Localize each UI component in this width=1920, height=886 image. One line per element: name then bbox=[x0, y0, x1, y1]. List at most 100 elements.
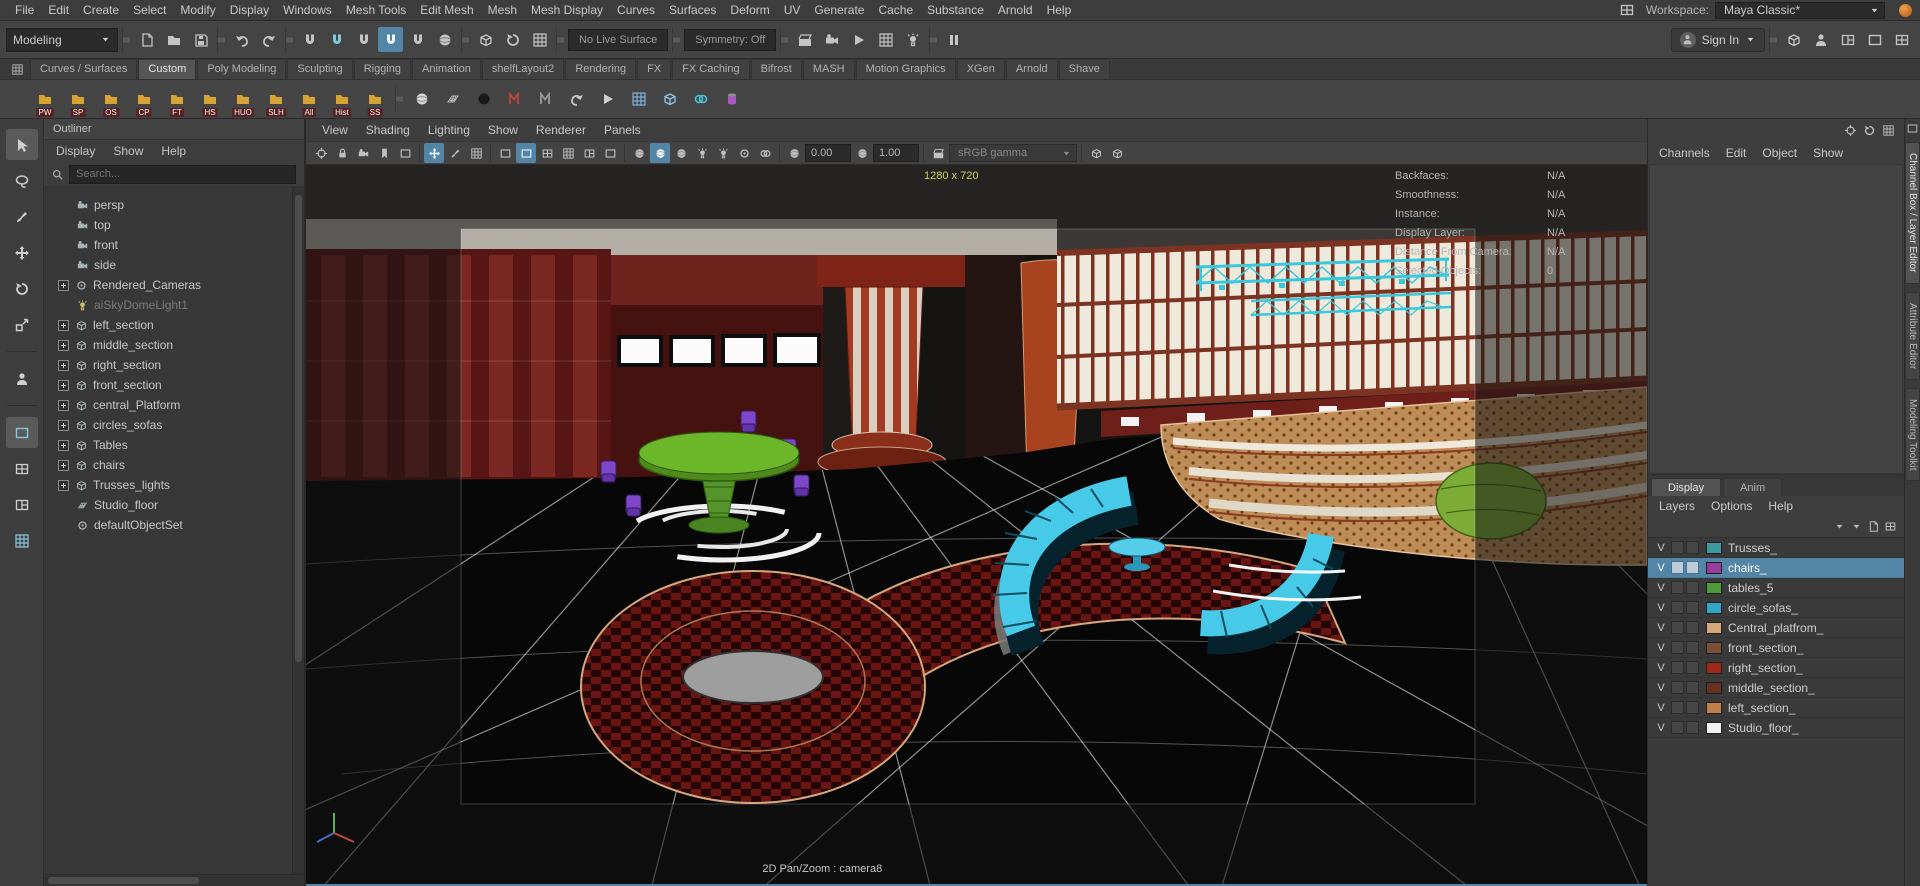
layer-display-type-toggle[interactable] bbox=[1686, 681, 1699, 694]
redo-icon[interactable] bbox=[256, 27, 281, 52]
layer-color-swatch[interactable] bbox=[1706, 581, 1722, 594]
ambient-occlusion-icon[interactable] bbox=[734, 143, 754, 163]
outliner-search-input[interactable] bbox=[69, 164, 296, 184]
new-layer-from-selected-icon[interactable] bbox=[1885, 521, 1896, 532]
viewport-menu-shading[interactable]: Shading bbox=[358, 120, 418, 140]
expand-toggle[interactable] bbox=[58, 319, 69, 331]
expand-toggle[interactable] bbox=[58, 339, 69, 351]
layer-visibility-toggle[interactable]: V bbox=[1651, 562, 1671, 574]
isolate-select-icon[interactable] bbox=[1086, 143, 1106, 163]
expand-toggle[interactable] bbox=[58, 399, 69, 411]
layer-playback-toggle[interactable] bbox=[1671, 561, 1684, 574]
shelf-button-pw[interactable]: PW bbox=[30, 81, 60, 117]
channel-box-menu-object[interactable]: Object bbox=[1755, 143, 1804, 163]
snap-to-grid-icon[interactable] bbox=[297, 27, 322, 52]
blackbody-sphere-icon[interactable] bbox=[470, 84, 498, 114]
layout-four-pane-icon[interactable] bbox=[6, 453, 38, 484]
layer-display-type-toggle[interactable] bbox=[1686, 701, 1699, 714]
layer-menu-help[interactable]: Help bbox=[1761, 497, 1800, 515]
shelf-tab-motion-graphics[interactable]: Motion Graphics bbox=[855, 59, 956, 79]
shelf-tab-rigging[interactable]: Rigging bbox=[353, 59, 411, 79]
channel-box-list[interactable] bbox=[1649, 164, 1903, 474]
select-camera-icon[interactable] bbox=[311, 143, 331, 163]
menu-mesh-tools[interactable]: Mesh Tools bbox=[339, 0, 413, 20]
layer-visibility-toggle[interactable]: V bbox=[1651, 642, 1671, 654]
shelf-tab-animation[interactable]: Animation bbox=[412, 59, 481, 79]
gate-mask-icon[interactable] bbox=[537, 143, 557, 163]
layer-menu-layers[interactable]: Layers bbox=[1652, 497, 1702, 515]
layer-playback-toggle[interactable] bbox=[1671, 701, 1684, 714]
menu-modify[interactable]: Modify bbox=[173, 0, 222, 20]
view-transform-icon[interactable] bbox=[928, 143, 948, 163]
anti-aliasing-icon[interactable] bbox=[755, 143, 775, 163]
symmetry-field[interactable]: Symmetry: Off bbox=[684, 28, 777, 51]
undo-icon[interactable] bbox=[229, 27, 254, 52]
pause-evaluation-icon[interactable] bbox=[941, 27, 966, 52]
table-mesh-icon[interactable] bbox=[625, 84, 653, 114]
layer-visibility-toggle[interactable]: V bbox=[1651, 542, 1671, 554]
render-view-icon[interactable] bbox=[792, 27, 817, 52]
statusline-separator[interactable] bbox=[556, 26, 564, 53]
textured-shading-icon[interactable] bbox=[671, 143, 691, 163]
channel-manipulator-icon[interactable] bbox=[1845, 125, 1856, 136]
layer-display-type-toggle[interactable] bbox=[1686, 641, 1699, 654]
layer-visibility-toggle[interactable]: V bbox=[1651, 582, 1671, 594]
scrollbar-thumb[interactable] bbox=[48, 877, 199, 884]
grid-toggle-icon[interactable] bbox=[466, 143, 486, 163]
new-empty-layer-icon[interactable] bbox=[1868, 521, 1879, 532]
workspace-icon[interactable] bbox=[1615, 0, 1640, 23]
menu-uv[interactable]: UV bbox=[777, 0, 808, 20]
viewport-menu-show[interactable]: Show bbox=[480, 120, 526, 140]
outliner-tree[interactable]: persp top front side Rendered_Cameras ai… bbox=[44, 187, 304, 874]
viewport-menu-renderer[interactable]: Renderer bbox=[528, 120, 594, 140]
sidebar-tab-modeling-toolkit[interactable]: Modeling Toolkit bbox=[1905, 387, 1920, 482]
outliner-item-studio-floor[interactable]: Studio_floor bbox=[56, 495, 290, 515]
channel-box-menu-channels[interactable]: Channels bbox=[1652, 143, 1717, 163]
layer-color-swatch[interactable] bbox=[1706, 621, 1722, 634]
expand-toggle[interactable] bbox=[58, 439, 69, 451]
layer-color-swatch[interactable] bbox=[1706, 721, 1722, 734]
statusline-separator[interactable] bbox=[929, 26, 938, 53]
outliner-item-front-section[interactable]: front_section bbox=[56, 375, 290, 395]
menu-edit-mesh[interactable]: Edit Mesh bbox=[413, 0, 480, 20]
outliner-horizontal-scrollbar[interactable] bbox=[44, 874, 304, 886]
shelf-tab-curves-surfaces[interactable]: Curves / Surfaces bbox=[30, 59, 138, 79]
menu-deform[interactable]: Deform bbox=[723, 0, 776, 20]
layer-row-middle-section[interactable]: Vmiddle_section_ bbox=[1648, 678, 1904, 698]
ipr-render-icon[interactable] bbox=[846, 27, 871, 52]
layer-display-type-toggle[interactable] bbox=[1686, 601, 1699, 614]
shadows-icon[interactable] bbox=[713, 143, 733, 163]
layer-visibility-toggle[interactable]: V bbox=[1651, 602, 1671, 614]
live-surface-field[interactable]: No Live Surface bbox=[568, 28, 669, 51]
layer-playback-toggle[interactable] bbox=[1671, 641, 1684, 654]
layout-single-pane-icon[interactable] bbox=[5, 417, 38, 448]
layer-color-swatch[interactable] bbox=[1706, 681, 1722, 694]
wireframe-shading-icon[interactable] bbox=[629, 143, 649, 163]
outliner-item-persp[interactable]: persp bbox=[56, 195, 290, 215]
cylinder-mesh-icon[interactable] bbox=[718, 84, 746, 114]
channel-hyperbolic-icon[interactable] bbox=[1883, 125, 1894, 136]
outliner-item-circles-sofas[interactable]: circles_sofas bbox=[56, 415, 290, 435]
statusline-separator[interactable] bbox=[461, 26, 469, 53]
mudbox-send-icon[interactable] bbox=[501, 84, 529, 114]
layer-color-swatch[interactable] bbox=[1706, 561, 1722, 574]
scale-tool-icon[interactable] bbox=[6, 309, 38, 340]
menu-cache[interactable]: Cache bbox=[871, 0, 920, 20]
statusline-separator[interactable] bbox=[217, 26, 225, 53]
channel-speed-icon[interactable] bbox=[1864, 125, 1875, 136]
shelf-tab-bifrost[interactable]: Bifrost bbox=[750, 59, 802, 79]
layer-playback-toggle[interactable] bbox=[1671, 621, 1684, 634]
export-selection-icon[interactable] bbox=[563, 84, 591, 114]
shelf-button-huo[interactable]: HUO bbox=[228, 81, 258, 117]
layer-display-type-toggle[interactable] bbox=[1686, 561, 1699, 574]
shelf-tab-arnold[interactable]: Arnold bbox=[1005, 59, 1058, 79]
layer-playback-toggle[interactable] bbox=[1671, 681, 1684, 694]
shelf-tab-rendering[interactable]: Rendering bbox=[565, 59, 637, 79]
menu-arnold[interactable]: Arnold bbox=[991, 0, 1040, 20]
outliner-menu-show[interactable]: Show bbox=[105, 141, 151, 161]
layer-playback-toggle[interactable] bbox=[1671, 581, 1684, 594]
new-scene-icon[interactable] bbox=[134, 27, 159, 52]
field-chart-icon[interactable] bbox=[558, 143, 578, 163]
menu-windows[interactable]: Windows bbox=[276, 0, 339, 20]
cube-mesh-icon[interactable] bbox=[656, 84, 684, 114]
